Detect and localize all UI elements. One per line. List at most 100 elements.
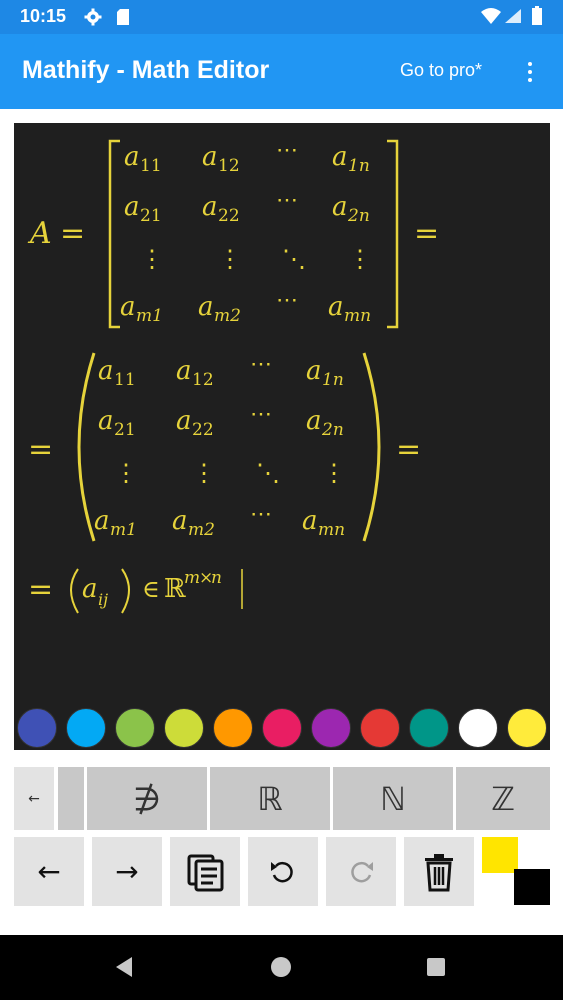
color-swatch-orange[interactable]: [213, 708, 253, 748]
redo-button[interactable]: [326, 837, 396, 906]
not-contains-key[interactable]: ∌: [87, 767, 207, 830]
home-icon[interactable]: [270, 956, 292, 978]
matrix-entry-sub: m2: [188, 520, 215, 540]
back-icon[interactable]: [112, 955, 136, 979]
key-label: ℝ: [257, 779, 283, 818]
scroll-left-key[interactable]: ←: [14, 767, 54, 830]
gear-icon: [84, 8, 102, 26]
left-square-bracket: [108, 139, 120, 329]
key-label: ℤ: [491, 779, 515, 818]
math-render: A = a 11 a 12 ⋯ a 1n a 21 a 22 ⋯ a 2n ⋮ …: [27, 138, 439, 614]
matrix-vdots: ⋮: [140, 245, 164, 273]
redo-icon: [351, 861, 373, 882]
signal-icon: [505, 9, 521, 23]
right-square-bracket: [387, 139, 399, 329]
key-label: ←: [28, 790, 40, 807]
matrix-vdots: ⋮: [348, 245, 372, 273]
matrix-entry: a: [98, 356, 114, 386]
equals-sign-3: =: [28, 432, 53, 467]
reals-key[interactable]: ℝ: [210, 767, 330, 830]
wifi-icon: [481, 8, 501, 24]
equals-sign-2: =: [414, 216, 439, 251]
matrix-entry-sub: 12: [192, 370, 214, 390]
matrix-entry-sub: m1: [136, 306, 163, 326]
matrix-entry-sub: 2n: [321, 420, 344, 440]
matrix-entry: a: [332, 192, 348, 222]
math-editor-canvas[interactable]: A = a 11 a 12 ⋯ a 1n a 21 a 22 ⋯ a 2n ⋮ …: [14, 123, 550, 750]
cursor-right-button[interactable]: →: [92, 837, 162, 906]
reals-symbol: ℝ: [164, 574, 186, 604]
status-bar: 10:15: [0, 0, 563, 34]
matrix-entry-sub: 2n: [347, 206, 370, 226]
undo-button[interactable]: [248, 837, 318, 906]
go-pro-button[interactable]: Go to pro*: [400, 60, 482, 81]
matrix-entry: a: [302, 506, 318, 536]
color-swatch-indigo[interactable]: [17, 708, 57, 748]
matrix-entry: a: [328, 292, 344, 322]
matrix-dots: ⋯: [276, 288, 298, 313]
naturals-key[interactable]: ℕ: [333, 767, 453, 830]
hidden-symbol-key[interactable]: [58, 767, 84, 830]
matrix-dots: ⋯: [276, 138, 298, 163]
matrix-entry-sub: 11: [140, 156, 162, 176]
matrix-entry-sub: 1n: [322, 370, 344, 390]
matrix-dots: ⋯: [250, 502, 272, 527]
control-row: ← →: [14, 837, 550, 907]
matrix-entry: a: [306, 356, 322, 386]
general-term: a: [82, 574, 98, 604]
right-paren: [362, 352, 381, 542]
element-of-symbol: ∈: [142, 575, 160, 603]
matrix-entry: a: [124, 192, 140, 222]
color-swatch-lime[interactable]: [164, 708, 204, 748]
delete-button[interactable]: [404, 837, 474, 906]
matrix-dots: ⋯: [276, 188, 298, 213]
matrix-ddots: ⋱: [256, 459, 280, 487]
arrow-left-icon: ←: [37, 855, 61, 888]
arrow-right-icon: →: [115, 855, 139, 888]
color-swatch-teal[interactable]: [409, 708, 449, 748]
aij-right-paren: [121, 568, 130, 614]
color-swatch-white[interactable]: [458, 708, 498, 748]
color-picker[interactable]: [480, 837, 550, 907]
recents-icon[interactable]: [426, 957, 446, 977]
matrix-entry-sub: 22: [218, 206, 240, 226]
general-term-sub: ij: [98, 590, 108, 609]
copy-button[interactable]: [170, 837, 240, 906]
equals-sign-4: =: [396, 432, 421, 467]
color-swatch-purple[interactable]: [311, 708, 351, 748]
app-title: Mathify - Math Editor: [22, 56, 270, 84]
matrix-entry: a: [176, 406, 192, 436]
foreground-color-box[interactable]: [482, 837, 518, 873]
integers-key[interactable]: ℤ: [456, 767, 550, 830]
color-swatch-pink[interactable]: [262, 708, 302, 748]
matrix-entry-sub: 12: [218, 156, 240, 176]
matrix-entry-sub: mn: [344, 306, 371, 326]
background-color-box[interactable]: [514, 869, 550, 905]
matrix-entry: a: [94, 506, 110, 536]
lhs-symbol: A: [27, 216, 52, 251]
matrix-entry: a: [332, 142, 348, 172]
matrix-entry: a: [202, 142, 218, 172]
matrix-entry-sub: 1n: [348, 156, 370, 176]
battery-icon: [532, 6, 542, 25]
matrix-entry: a: [202, 192, 218, 222]
matrix-entry-sub: 11: [114, 370, 136, 390]
matrix-entry-sub: 22: [192, 420, 214, 440]
matrix-entry-sub: m1: [110, 520, 137, 540]
matrix-entry: a: [172, 506, 188, 536]
color-swatch-yellow[interactable]: [507, 708, 547, 748]
more-vert-icon[interactable]: [524, 58, 536, 86]
sd-card-icon: [117, 9, 129, 25]
matrix-vdots: ⋮: [322, 459, 346, 487]
matrix-entry: a: [98, 406, 114, 436]
cursor-left-button[interactable]: ←: [14, 837, 84, 906]
app-bar: Mathify - Math Editor Go to pro*: [0, 34, 563, 109]
color-palette: [14, 700, 550, 750]
key-label: ∌: [133, 779, 161, 818]
color-swatch-green[interactable]: [115, 708, 155, 748]
color-swatch-light-blue[interactable]: [66, 708, 106, 748]
left-paren: [77, 352, 96, 542]
color-swatch-red[interactable]: [360, 708, 400, 748]
superscript-n: n: [211, 568, 222, 588]
matrix-entry: a: [306, 406, 322, 436]
